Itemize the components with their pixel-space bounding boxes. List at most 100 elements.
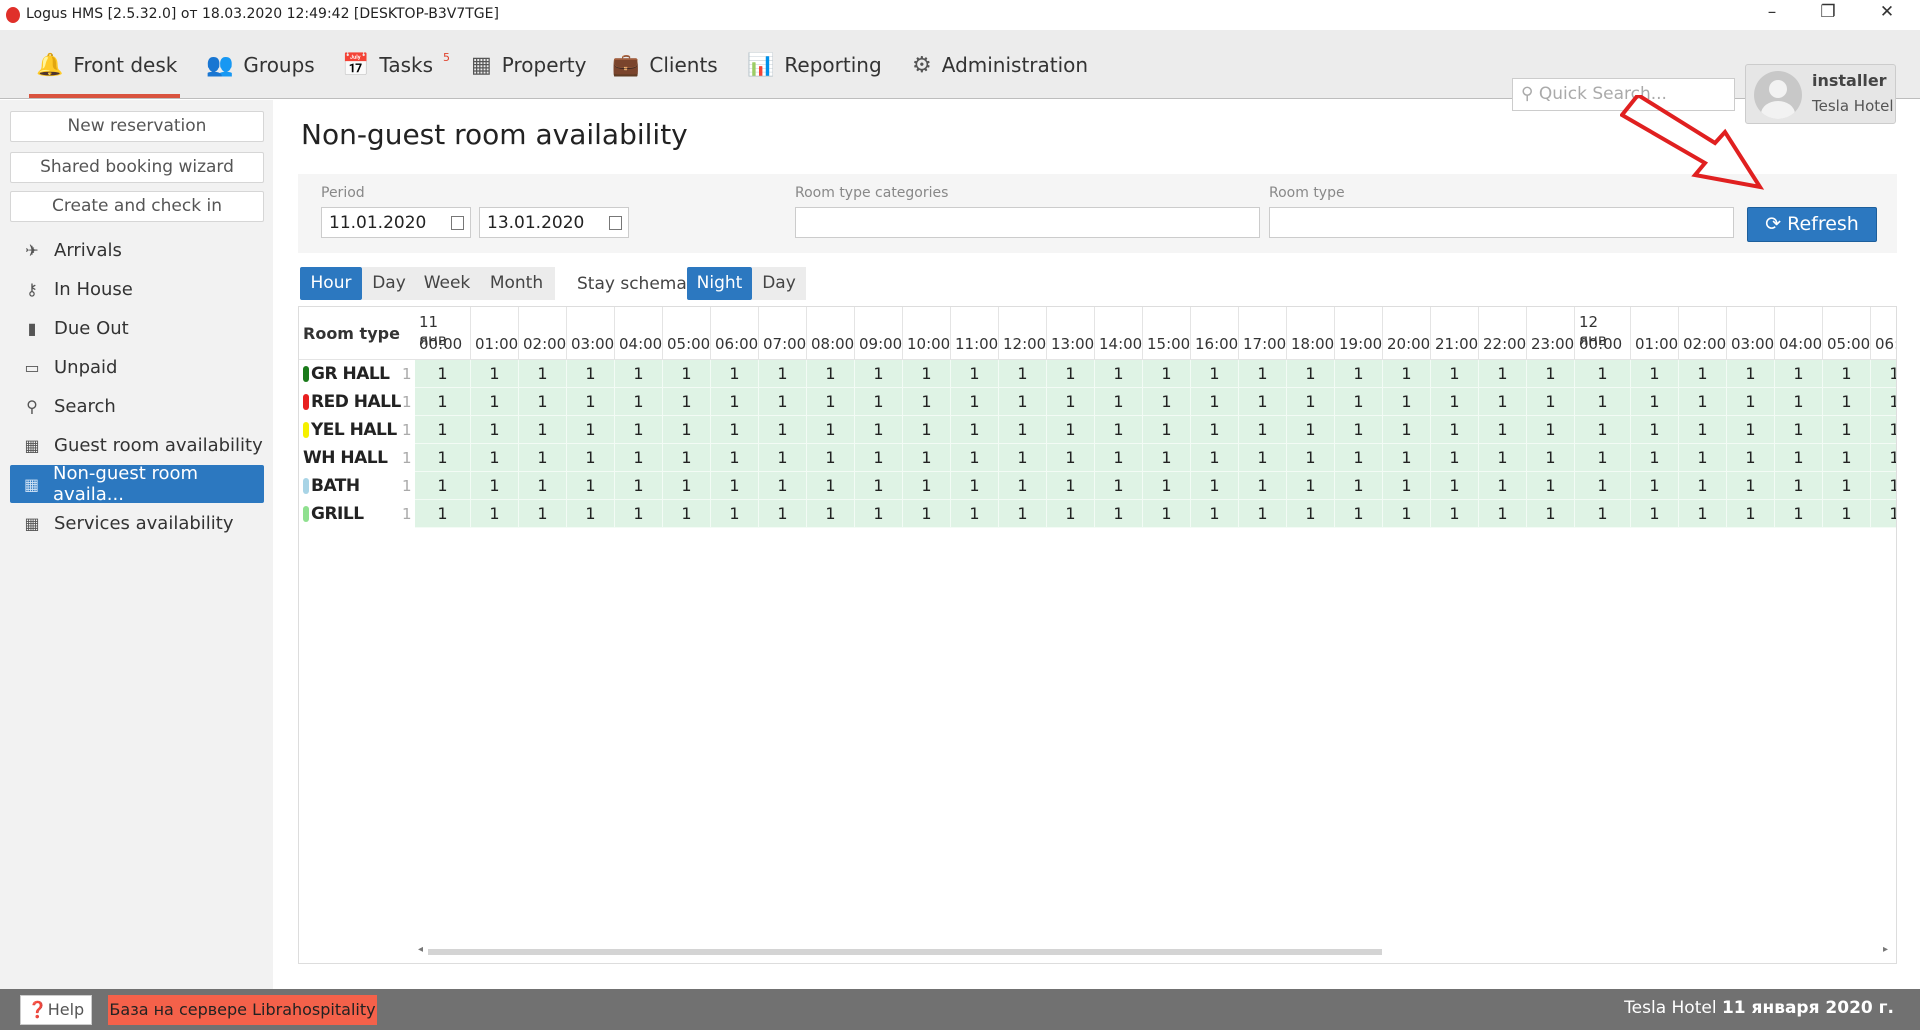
availability-cell[interactable]: 1 [1095, 416, 1143, 444]
availability-cell[interactable]: 1 [567, 500, 615, 528]
availability-cell[interactable]: 1 [663, 444, 711, 472]
availability-cell[interactable]: 1 [759, 360, 807, 388]
availability-cell[interactable]: 1 [1239, 360, 1287, 388]
availability-cell[interactable]: 1 [951, 360, 999, 388]
availability-cell[interactable]: 1 [807, 360, 855, 388]
sidebar-item-non-guest-room-availa-[interactable]: ▦ Non-guest room availa... [10, 463, 264, 505]
availability-cell[interactable]: 1 [1383, 500, 1431, 528]
availability-cell[interactable]: 1 [1383, 360, 1431, 388]
availability-cell[interactable]: 1 [711, 388, 759, 416]
availability-cell[interactable]: 1 [1095, 444, 1143, 472]
availability-cell[interactable]: 1 [999, 472, 1047, 500]
availability-cell[interactable]: 1 [1679, 444, 1727, 472]
availability-cell[interactable]: 1 [711, 444, 759, 472]
availability-cell[interactable]: 1 [1431, 416, 1479, 444]
availability-cell[interactable]: 1 [1479, 472, 1527, 500]
sidebar-item-search[interactable]: ⚲ Search [10, 387, 264, 425]
availability-cell[interactable]: 1 [1775, 416, 1823, 444]
availability-cell[interactable]: 1 [1631, 388, 1679, 416]
availability-cell[interactable]: 1 [1191, 416, 1239, 444]
availability-cell[interactable]: 1 [1575, 472, 1631, 500]
availability-cell[interactable]: 1 [855, 416, 903, 444]
availability-cell[interactable]: 1 [1431, 360, 1479, 388]
availability-cell[interactable]: 1 [1047, 444, 1095, 472]
availability-cell[interactable]: 1 [519, 444, 567, 472]
horizontal-scrollbar[interactable] [428, 949, 1382, 955]
availability-cell[interactable]: 1 [415, 472, 471, 500]
availability-cell[interactable]: 1 [1191, 500, 1239, 528]
availability-cell[interactable]: 1 [759, 444, 807, 472]
availability-cell[interactable]: 1 [1631, 472, 1679, 500]
availability-cell[interactable]: 1 [1335, 388, 1383, 416]
availability-cell[interactable]: 1 [951, 444, 999, 472]
availability-cell[interactable]: 1 [1527, 472, 1575, 500]
availability-cell[interactable]: 1 [1335, 472, 1383, 500]
availability-cell[interactable]: 1 [1575, 500, 1631, 528]
availability-cell[interactable]: 1 [1335, 360, 1383, 388]
availability-cell[interactable]: 1 [1871, 472, 1896, 500]
availability-cell[interactable]: 1 [903, 472, 951, 500]
sidebar-item-guest-room-availability[interactable]: ▦ Guest room availability [10, 426, 264, 464]
availability-cell[interactable]: 1 [807, 472, 855, 500]
sidebar-item-services-availability[interactable]: ▦ Services availability [10, 504, 264, 542]
availability-cell[interactable]: 1 [855, 388, 903, 416]
availability-cell[interactable]: 1 [1143, 388, 1191, 416]
availability-cell[interactable]: 1 [1727, 360, 1775, 388]
availability-cell[interactable]: 1 [1287, 500, 1335, 528]
availability-cell[interactable]: 1 [807, 444, 855, 472]
availability-cell[interactable]: 1 [807, 416, 855, 444]
availability-cell[interactable]: 1 [567, 444, 615, 472]
availability-cell[interactable]: 1 [807, 500, 855, 528]
availability-cell[interactable]: 1 [1047, 360, 1095, 388]
availability-cell[interactable]: 1 [1335, 444, 1383, 472]
availability-cell[interactable]: 1 [1823, 472, 1871, 500]
availability-cell[interactable]: 1 [1775, 360, 1823, 388]
availability-cell[interactable]: 1 [999, 500, 1047, 528]
availability-cell[interactable]: 1 [1047, 388, 1095, 416]
nav-tab-reporting[interactable]: 📊 Reporting [747, 50, 882, 80]
close-button[interactable]: ✕ [1867, 2, 1907, 28]
availability-cell[interactable]: 1 [1823, 360, 1871, 388]
availability-cell[interactable]: 1 [1823, 416, 1871, 444]
availability-cell[interactable]: 1 [1191, 444, 1239, 472]
availability-cell[interactable]: 1 [519, 360, 567, 388]
stay-schema-night-tab[interactable]: Night [687, 267, 752, 300]
availability-cell[interactable]: 1 [1287, 444, 1335, 472]
nav-tab-clients[interactable]: 💼 Clients [612, 50, 718, 80]
availability-cell[interactable]: 1 [1095, 500, 1143, 528]
availability-cell[interactable]: 1 [1527, 360, 1575, 388]
sidebar-item-in-house[interactable]: ⚷ In House [10, 270, 264, 308]
availability-cell[interactable]: 1 [1575, 388, 1631, 416]
availability-cell[interactable]: 1 [1287, 416, 1335, 444]
availability-cell[interactable]: 1 [1383, 416, 1431, 444]
availability-cell[interactable]: 1 [951, 388, 999, 416]
availability-cell[interactable]: 1 [615, 500, 663, 528]
availability-cell[interactable]: 1 [1239, 388, 1287, 416]
new-reservation-button[interactable]: New reservation [10, 111, 264, 142]
availability-cell[interactable]: 1 [415, 500, 471, 528]
availability-cell[interactable]: 1 [663, 500, 711, 528]
availability-cell[interactable]: 1 [1383, 472, 1431, 500]
availability-cell[interactable]: 1 [1727, 444, 1775, 472]
availability-cell[interactable]: 1 [1431, 472, 1479, 500]
scale-month-tab[interactable]: Month [478, 267, 555, 300]
availability-cell[interactable]: 1 [1871, 360, 1896, 388]
availability-cell[interactable]: 1 [1143, 500, 1191, 528]
availability-cell[interactable]: 1 [1631, 500, 1679, 528]
availability-cell[interactable]: 1 [1823, 444, 1871, 472]
availability-cell[interactable]: 1 [1727, 500, 1775, 528]
availability-cell[interactable]: 1 [711, 500, 759, 528]
create-and-check-in-button[interactable]: Create and check in [10, 191, 264, 222]
availability-cell[interactable]: 1 [1143, 416, 1191, 444]
availability-cell[interactable]: 1 [1431, 444, 1479, 472]
availability-cell[interactable]: 1 [807, 388, 855, 416]
availability-cell[interactable]: 1 [471, 416, 519, 444]
availability-cell[interactable]: 1 [759, 472, 807, 500]
nav-tab-front-desk[interactable]: 🔔 Front desk [36, 50, 177, 80]
scroll-right-icon[interactable]: ▸ [1883, 944, 1888, 955]
availability-cell[interactable]: 1 [663, 388, 711, 416]
availability-cell[interactable]: 1 [663, 360, 711, 388]
scale-day-tab[interactable]: Day [362, 267, 416, 300]
availability-cell[interactable]: 1 [1775, 472, 1823, 500]
availability-cell[interactable]: 1 [615, 416, 663, 444]
